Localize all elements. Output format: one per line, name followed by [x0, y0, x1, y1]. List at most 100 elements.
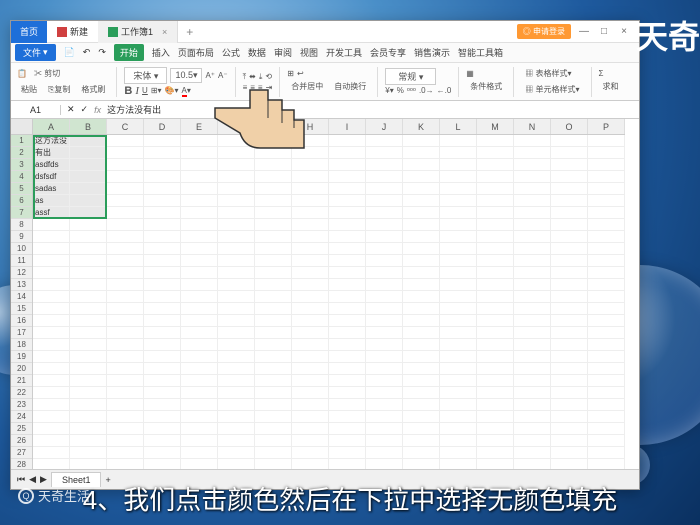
cell-B27[interactable] [70, 447, 107, 459]
cell-J28[interactable] [366, 459, 403, 469]
row-header-26[interactable]: 26 [11, 435, 32, 447]
cell-G27[interactable] [255, 447, 292, 459]
cell-I19[interactable] [329, 351, 366, 363]
cell-D21[interactable] [144, 375, 181, 387]
cell-J21[interactable] [366, 375, 403, 387]
cell-C3[interactable] [107, 159, 144, 171]
cell-A7[interactable]: assf [33, 207, 70, 219]
cell-A14[interactable] [33, 291, 70, 303]
cell-I4[interactable] [329, 171, 366, 183]
cell-N1[interactable] [514, 135, 551, 147]
cell-D5[interactable] [144, 183, 181, 195]
cell-P6[interactable] [588, 195, 625, 207]
cell-O14[interactable] [551, 291, 588, 303]
cell-E9[interactable] [181, 231, 218, 243]
cell-N8[interactable] [514, 219, 551, 231]
cell-I18[interactable] [329, 339, 366, 351]
cell-M7[interactable] [477, 207, 514, 219]
cell-D10[interactable] [144, 243, 181, 255]
cell-D16[interactable] [144, 315, 181, 327]
cell-A5[interactable]: sadas [33, 183, 70, 195]
dec-decimal-icon[interactable]: ←.0 [437, 86, 452, 95]
cell-B25[interactable] [70, 423, 107, 435]
cell-I23[interactable] [329, 399, 366, 411]
row-header-12[interactable]: 12 [11, 267, 32, 279]
cut-button[interactable]: ✂ 剪切 [30, 66, 64, 81]
cell-M4[interactable] [477, 171, 514, 183]
cell-M3[interactable] [477, 159, 514, 171]
cancel-formula-icon[interactable]: ✕ [67, 104, 75, 115]
cell-K4[interactable] [403, 171, 440, 183]
cell-G15[interactable] [255, 303, 292, 315]
cell-D28[interactable] [144, 459, 181, 469]
row-header-28[interactable]: 28 [11, 459, 32, 469]
col-header-D[interactable]: D [144, 119, 181, 134]
cell-D9[interactable] [144, 231, 181, 243]
cell-F22[interactable] [218, 387, 255, 399]
cell-M19[interactable] [477, 351, 514, 363]
cell-N18[interactable] [514, 339, 551, 351]
cell-M14[interactable] [477, 291, 514, 303]
row-header-11[interactable]: 11 [11, 255, 32, 267]
confirm-formula-icon[interactable]: ✓ [81, 104, 89, 115]
cell-K15[interactable] [403, 303, 440, 315]
cell-I24[interactable] [329, 411, 366, 423]
cell-D25[interactable] [144, 423, 181, 435]
cell-D23[interactable] [144, 399, 181, 411]
cell-D15[interactable] [144, 303, 181, 315]
cell-G4[interactable] [255, 171, 292, 183]
cell-K24[interactable] [403, 411, 440, 423]
row-header-2[interactable]: 2 [11, 147, 32, 159]
cell-F28[interactable] [218, 459, 255, 469]
cell-N25[interactable] [514, 423, 551, 435]
cell-E10[interactable] [181, 243, 218, 255]
cell-G17[interactable] [255, 327, 292, 339]
cell-F25[interactable] [218, 423, 255, 435]
cell-L26[interactable] [440, 435, 477, 447]
cell-J24[interactable] [366, 411, 403, 423]
row-header-7[interactable]: 7 [11, 207, 32, 219]
cell-C16[interactable] [107, 315, 144, 327]
cell-C2[interactable] [107, 147, 144, 159]
cell-H16[interactable] [292, 315, 329, 327]
cell-B21[interactable] [70, 375, 107, 387]
cell-B19[interactable] [70, 351, 107, 363]
cell-G26[interactable] [255, 435, 292, 447]
cell-L14[interactable] [440, 291, 477, 303]
cell-C24[interactable] [107, 411, 144, 423]
cell-A20[interactable] [33, 363, 70, 375]
cell-P4[interactable] [588, 171, 625, 183]
cell-C12[interactable] [107, 267, 144, 279]
cell-B15[interactable] [70, 303, 107, 315]
cell-F16[interactable] [218, 315, 255, 327]
cell-B3[interactable] [70, 159, 107, 171]
number-format-select[interactable]: 常规 ▾ [385, 68, 436, 85]
cell-B28[interactable] [70, 459, 107, 469]
cell-A16[interactable] [33, 315, 70, 327]
cell-B13[interactable] [70, 279, 107, 291]
cell-E16[interactable] [181, 315, 218, 327]
cell-M1[interactable] [477, 135, 514, 147]
cell-I16[interactable] [329, 315, 366, 327]
cell-F9[interactable] [218, 231, 255, 243]
cell-F12[interactable] [218, 267, 255, 279]
cell-L13[interactable] [440, 279, 477, 291]
font-size-select[interactable]: 10.5▾ [170, 68, 202, 83]
cell-E5[interactable] [181, 183, 218, 195]
cell-B7[interactable] [70, 207, 107, 219]
col-header-A[interactable]: A [33, 119, 70, 134]
cell-G25[interactable] [255, 423, 292, 435]
cell-A21[interactable] [33, 375, 70, 387]
cell-B10[interactable] [70, 243, 107, 255]
min-button[interactable]: — [577, 26, 591, 37]
cell-J4[interactable] [366, 171, 403, 183]
merge-icon[interactable]: ⊞ [287, 69, 294, 78]
cell-H9[interactable] [292, 231, 329, 243]
cell-O20[interactable] [551, 363, 588, 375]
row-header-13[interactable]: 13 [11, 279, 32, 291]
table-style-button[interactable]: ▦ 表格样式▾ [521, 66, 575, 81]
cell-B2[interactable] [70, 147, 107, 159]
max-button[interactable]: □ [597, 26, 611, 37]
login-button[interactable]: ◎ 申请登录 [517, 24, 571, 39]
cell-H22[interactable] [292, 387, 329, 399]
